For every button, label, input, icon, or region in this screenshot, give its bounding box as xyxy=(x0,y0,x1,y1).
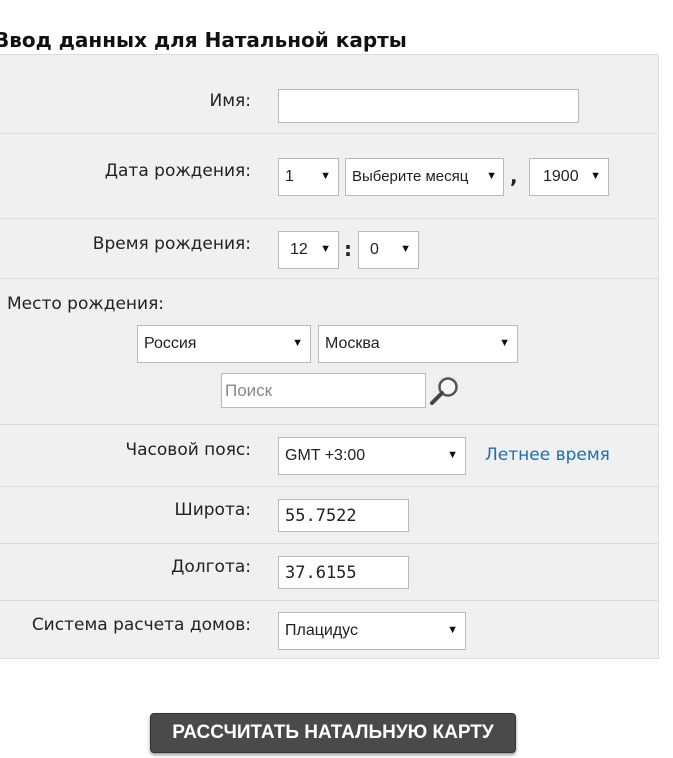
latitude-label: Широта: xyxy=(174,500,251,520)
page-title: Ввод данных для Натальной карты xyxy=(0,28,407,52)
country-select[interactable]: Россия ▼ xyxy=(137,325,311,363)
city-value: Москва xyxy=(325,335,380,352)
date-separator: , xyxy=(510,164,518,188)
birth-place-label: Место рождения: xyxy=(7,294,165,314)
house-system-row: Система расчета домов: Плацидус ▼ xyxy=(0,601,658,659)
timezone-value: GMT +3:00 xyxy=(285,447,366,464)
chevron-down-icon: ▼ xyxy=(400,243,411,255)
chevron-down-icon: ▼ xyxy=(292,337,303,349)
timezone-label: Часовой пояс: xyxy=(125,440,251,460)
chevron-down-icon: ▼ xyxy=(590,170,601,182)
birth-time-row: Время рождения: 12 ▼ : 0 ▼ xyxy=(0,219,658,279)
longitude-input[interactable]: 37.6155 xyxy=(278,556,409,589)
city-select[interactable]: Москва ▼ xyxy=(318,325,518,363)
longitude-label: Долгота: xyxy=(171,557,251,577)
chevron-down-icon: ▼ xyxy=(486,170,497,182)
chevron-down-icon: ▼ xyxy=(320,170,331,182)
chevron-down-icon: ▼ xyxy=(499,337,510,349)
house-system-select[interactable]: Плацидус ▼ xyxy=(278,612,466,650)
day-select[interactable]: 1 ▼ xyxy=(278,158,339,196)
chevron-down-icon: ▼ xyxy=(447,449,458,461)
month-value: Выберите месяц xyxy=(352,168,469,185)
minute-value: 0 xyxy=(370,241,379,258)
hour-select[interactable]: 12 ▼ xyxy=(278,231,339,269)
latitude-row: Широта: 55.7522 xyxy=(0,487,658,544)
latitude-input[interactable]: 55.7522 xyxy=(278,499,409,532)
dst-link[interactable]: Летнее время xyxy=(485,445,610,465)
house-system-label: Система расчета домов: xyxy=(31,615,251,635)
search-icon[interactable] xyxy=(429,375,461,407)
year-select[interactable]: 1900 ▼ xyxy=(529,158,609,196)
natal-chart-form: Имя: Дата рождения: 1 ▼ Выберите месяц ▼… xyxy=(0,54,659,659)
country-value: Россия xyxy=(144,335,197,352)
name-row: Имя: xyxy=(0,55,658,134)
place-search-input[interactable]: Поиск xyxy=(221,373,426,408)
chevron-down-icon: ▼ xyxy=(447,624,458,636)
birth-date-label: Дата рождения: xyxy=(104,161,251,181)
hour-value: 12 xyxy=(290,241,308,258)
longitude-row: Долгота: 37.6155 xyxy=(0,544,658,601)
house-system-value: Плацидус xyxy=(285,622,358,639)
day-value: 1 xyxy=(285,168,294,185)
timezone-row: Часовой пояс: GMT +3:00 ▼ Летнее время xyxy=(0,425,658,487)
name-input[interactable] xyxy=(278,89,579,123)
year-value: 1900 xyxy=(543,168,579,185)
time-separator: : xyxy=(344,237,352,261)
month-select[interactable]: Выберите месяц ▼ xyxy=(345,158,504,196)
timezone-select[interactable]: GMT +3:00 ▼ xyxy=(278,437,466,475)
birth-place-row: Место рождения: Россия ▼ Москва ▼ Поиск xyxy=(0,279,658,425)
minute-select[interactable]: 0 ▼ xyxy=(358,231,419,269)
birth-time-label: Время рождения: xyxy=(92,234,251,254)
chevron-down-icon: ▼ xyxy=(320,243,331,255)
birth-date-row: Дата рождения: 1 ▼ Выберите месяц ▼ , 19… xyxy=(0,134,658,219)
name-label: Имя: xyxy=(209,91,252,111)
calculate-button[interactable]: РАССЧИТАТЬ НАТАЛЬНУЮ КАРТУ xyxy=(150,713,516,753)
